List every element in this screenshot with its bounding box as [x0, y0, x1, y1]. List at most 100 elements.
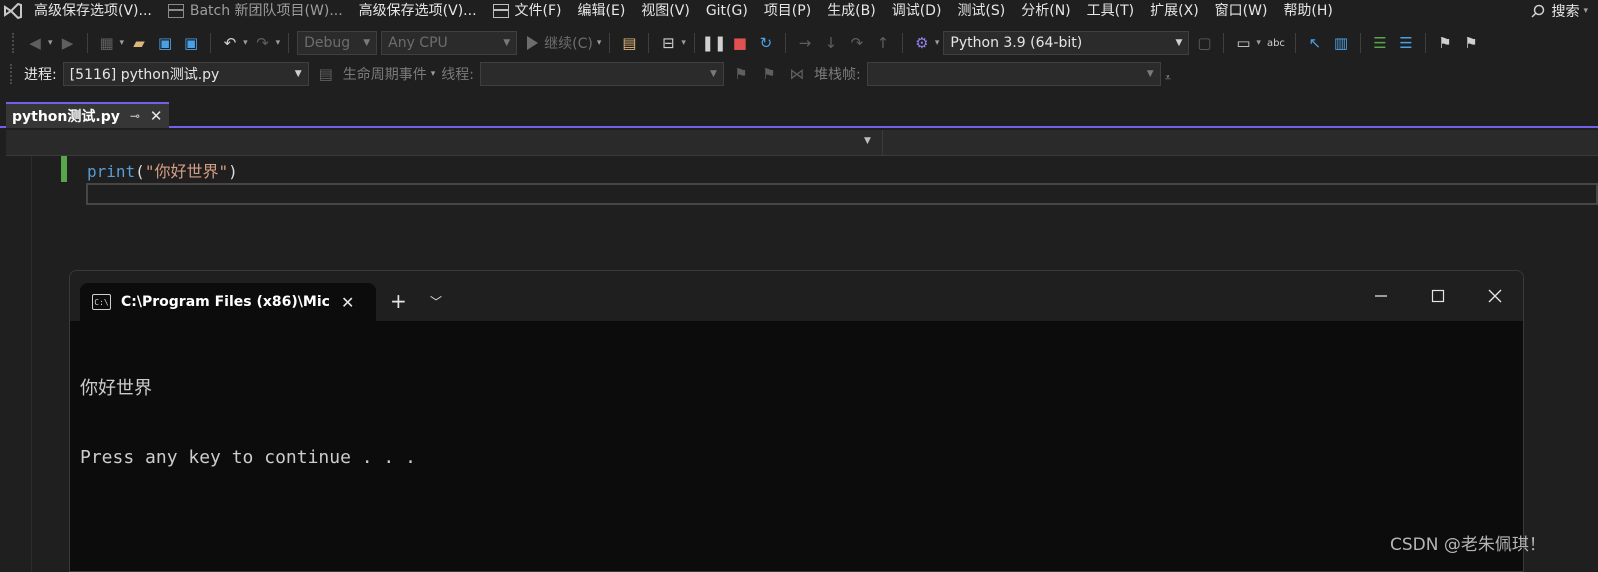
- menu-window[interactable]: 窗口(W): [1207, 0, 1276, 22]
- search-button[interactable]: 搜索 ▾: [1521, 1, 1598, 21]
- separator: [609, 33, 611, 53]
- spell-check-icon[interactable]: abc: [1265, 32, 1287, 54]
- continue-button[interactable]: 继续(C) ▾: [527, 33, 601, 53]
- show-next-statement-icon[interactable]: →: [794, 32, 816, 54]
- menu-advanced-save-options[interactable]: 高级保存选项(V)...: [26, 0, 160, 22]
- maximize-icon: [1431, 289, 1445, 303]
- toolbar-grip[interactable]: [12, 33, 16, 53]
- next-bookmark-icon[interactable]: ⚑: [1460, 32, 1482, 54]
- step-into-icon[interactable]: ↓: [820, 32, 842, 54]
- menu-file[interactable]: 文件(F): [485, 0, 570, 22]
- separator: [648, 33, 650, 53]
- redo-icon[interactable]: ↷: [252, 32, 274, 54]
- uncomment-lines-icon[interactable]: ☰: [1395, 32, 1417, 54]
- process-dropdown[interactable]: [5116] python测试.py ▼: [62, 62, 309, 86]
- lifecycle-events-label[interactable]: 生命周期事件: [343, 64, 427, 84]
- navigate-back-icon[interactable]: ◀: [24, 32, 46, 54]
- flag-all-threads-icon[interactable]: ⚑: [758, 63, 780, 85]
- flag-thread-icon[interactable]: ⚑: [730, 63, 752, 85]
- menu-tools[interactable]: 工具(T): [1079, 0, 1142, 22]
- menu-debug[interactable]: 调试(D): [884, 0, 950, 22]
- step-out-icon[interactable]: ↑: [872, 32, 894, 54]
- minimize-icon: [1375, 295, 1387, 297]
- thread-dropdown[interactable]: ▼: [479, 62, 724, 86]
- bookmark-icon[interactable]: ⚑: [1434, 32, 1456, 54]
- diagnostic-tools-icon[interactable]: ⚙: [911, 32, 933, 54]
- menu-git[interactable]: Git(G): [698, 0, 756, 22]
- code-line[interactable]: print("你好世界"): [87, 158, 238, 182]
- code-punctuation: ): [228, 162, 238, 181]
- menu-batch-new-team-project[interactable]: Batch 新团队项目(W)...: [160, 0, 351, 22]
- close-window-button[interactable]: [1480, 285, 1510, 307]
- browse-folder-icon[interactable]: ▤: [618, 32, 640, 54]
- thread-label: 线程:: [441, 67, 474, 83]
- maximize-button[interactable]: [1423, 285, 1453, 307]
- navigate-forward-icon[interactable]: ▶: [57, 32, 79, 54]
- menu-build[interactable]: 生成(B): [819, 0, 884, 22]
- open-folder-icon[interactable]: ▰: [128, 32, 150, 54]
- python-environment-dropdown[interactable]: Python 3.9 (64-bit) ▼: [943, 31, 1190, 55]
- menu-extensions[interactable]: 扩展(X): [1142, 0, 1207, 22]
- pin-icon[interactable]: ⊸: [130, 109, 140, 123]
- chevron-down-icon[interactable]: ﹀: [430, 293, 442, 310]
- package-icon[interactable]: ▢: [1193, 32, 1215, 54]
- new-project-icon[interactable]: ▦: [96, 32, 118, 54]
- chevron-down-icon[interactable]: ▾: [1256, 38, 1261, 48]
- menu-test[interactable]: 测试(S): [949, 0, 1013, 22]
- restart-icon[interactable]: ↻: [755, 32, 777, 54]
- toolbar-grip[interactable]: [10, 64, 14, 84]
- save-icon[interactable]: ▣: [154, 32, 176, 54]
- platform-dropdown[interactable]: Any CPU ▼: [381, 31, 518, 55]
- select-element-icon[interactable]: ↖: [1304, 32, 1326, 54]
- menu-label: 高级保存选项(V)...: [34, 3, 152, 19]
- close-icon[interactable]: ✕: [341, 293, 354, 312]
- chevron-down-icon[interactable]: ▾: [431, 69, 436, 79]
- layout-icon[interactable]: ▭: [1232, 32, 1254, 54]
- menu-label: 工具(T): [1086, 3, 1135, 19]
- chevron-down-icon[interactable]: ▾: [48, 38, 53, 48]
- lifecycle-events-icon[interactable]: ▤: [315, 63, 337, 85]
- menu-analyze[interactable]: 分析(N): [1013, 0, 1078, 22]
- stop-icon[interactable]: ■: [729, 32, 751, 54]
- terminal-tab[interactable]: C:\ C:\Program Files (x86)\Micros ✕: [80, 283, 376, 321]
- minimize-button[interactable]: [1366, 285, 1396, 307]
- configuration-dropdown[interactable]: Debug ▼: [297, 31, 378, 55]
- search-label: 搜索: [1551, 4, 1580, 20]
- tab-python-test-py[interactable]: python测试.py ⊸ ✕: [6, 102, 169, 128]
- menu-view[interactable]: 视图(V): [633, 0, 698, 22]
- inspect-icon[interactable]: ▥: [1330, 32, 1352, 54]
- menu-advanced-save-options-2[interactable]: 高级保存选项(V)...: [351, 0, 485, 22]
- terminal-output[interactable]: 你好世界 Press any key to continue . . .: [80, 331, 416, 515]
- stack-frame-dropdown[interactable]: ▼: [866, 62, 1161, 86]
- separator: [1359, 33, 1361, 53]
- chevron-down-icon[interactable]: ▾: [681, 38, 686, 48]
- chevron-down-icon[interactable]: ▼: [864, 136, 871, 146]
- editor-gutter[interactable]: [6, 156, 32, 572]
- terminal-output-line: 你好世界: [80, 378, 152, 399]
- menu-edit[interactable]: 编辑(E): [570, 0, 634, 22]
- terminal-window[interactable]: C:\ C:\Program Files (x86)\Micros ✕ + ﹀ …: [69, 270, 1524, 572]
- new-tab-icon[interactable]: +: [390, 289, 407, 313]
- save-all-icon[interactable]: ▣: [180, 32, 202, 54]
- toolbar-overflow-icon[interactable]: ⩡: [1165, 71, 1171, 85]
- undo-icon[interactable]: ↶: [219, 32, 241, 54]
- chevron-down-icon[interactable]: ▾: [243, 38, 248, 48]
- pause-icon[interactable]: ❚❚: [701, 32, 726, 54]
- watermark: CSDN @老朱佩琪！: [1390, 535, 1546, 555]
- step-over-icon[interactable]: ↷: [846, 32, 868, 54]
- hot-reload-icon[interactable]: ⊟: [657, 32, 679, 54]
- chevron-down-icon[interactable]: ▾: [935, 38, 940, 48]
- close-icon[interactable]: ✕: [150, 107, 163, 125]
- chevron-down-icon[interactable]: ▾: [120, 38, 125, 48]
- collapse-stack-icon[interactable]: ⋈: [786, 63, 808, 85]
- comment-lines-icon[interactable]: ☰: [1369, 32, 1391, 54]
- menu-help[interactable]: 帮助(H): [1275, 0, 1340, 22]
- menu-label: 高级保存选项(V)...: [358, 3, 477, 19]
- chevron-down-icon[interactable]: ▾: [276, 38, 281, 48]
- terminal-title-bar[interactable]: C:\ C:\Program Files (x86)\Micros ✕ + ﹀: [70, 271, 1523, 321]
- menu-label: 视图(V): [641, 3, 690, 19]
- menu-project[interactable]: 项目(P): [756, 0, 819, 22]
- chevron-down-icon: ▼: [294, 69, 302, 79]
- play-icon: [527, 36, 539, 50]
- visual-studio-logo-icon[interactable]: [0, 0, 26, 22]
